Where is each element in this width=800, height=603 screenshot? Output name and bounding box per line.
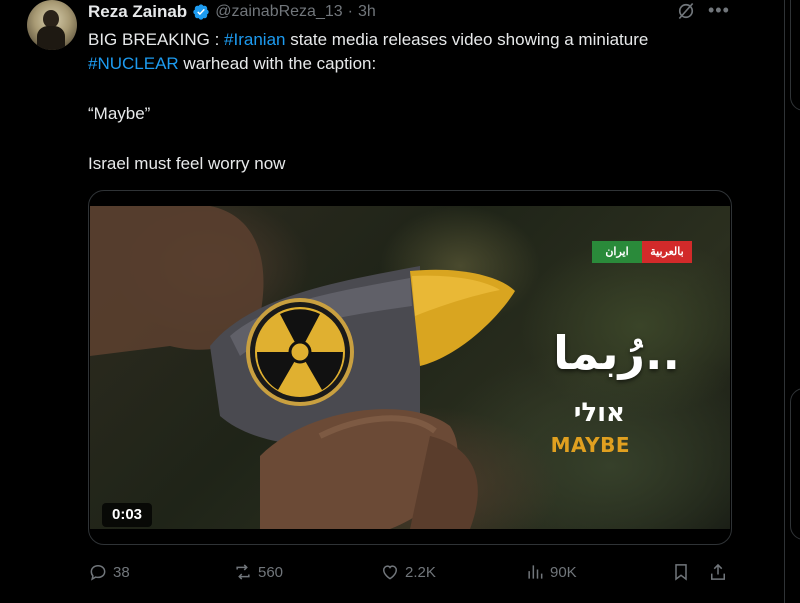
more-icon[interactable]: •••: [708, 1, 730, 21]
tweet-line2-suffix: warhead with the caption:: [178, 54, 377, 73]
author-name[interactable]: Reza Zainab: [88, 2, 187, 22]
side-panel-edge: [790, 0, 800, 111]
timestamp[interactable]: 3h: [358, 3, 376, 21]
action-bar: 38 560 2.2K 90K: [88, 560, 738, 584]
reply-button[interactable]: 38: [88, 560, 130, 584]
verified-icon: [193, 4, 209, 20]
side-panel-edge-lower: [790, 388, 800, 540]
channel-badge-right: بالعربية: [642, 241, 692, 263]
separator-dot: ·: [347, 3, 353, 20]
views-button[interactable]: 90K: [525, 560, 577, 584]
author-handle[interactable]: @zainabReza_13: [215, 3, 342, 21]
tweet-quote: “Maybe”: [88, 104, 151, 123]
like-icon: [382, 565, 398, 580]
caption-english: MAYBE: [550, 433, 630, 457]
grok-icon[interactable]: [676, 1, 696, 21]
like-button[interactable]: 2.2K: [380, 560, 436, 584]
tweet-closing: Israel must feel worry now: [88, 154, 286, 173]
tweet-line1-suffix: state media releases video showing a min…: [285, 30, 649, 49]
views-icon: [528, 565, 543, 579]
bookmark-button[interactable]: [671, 560, 691, 584]
repost-button[interactable]: 560: [233, 560, 283, 584]
caption-hebrew: אולי: [573, 398, 625, 428]
hashtag-nuclear[interactable]: #NUCLEAR: [88, 54, 179, 73]
share-icon: [711, 563, 725, 580]
tweet-text: BIG BREAKING : #Iranian state media rele…: [88, 28, 738, 202]
like-count: 2.2K: [405, 563, 436, 581]
channel-badge: ايران بالعربية: [592, 241, 692, 263]
bookmark-icon: [675, 564, 687, 581]
repost-count: 560: [258, 563, 284, 581]
avatar[interactable]: [27, 0, 77, 50]
video-duration: 0:03: [102, 503, 153, 527]
video-player[interactable]: ايران بالعربية رُبما.. אולי MAYBE: [88, 190, 732, 545]
reply-icon: [90, 564, 106, 581]
channel-badge-left: ايران: [592, 241, 642, 263]
share-button[interactable]: [708, 560, 728, 584]
tweet-article[interactable]: Reza Zainab @zainabReza_13 · 3h ••• BIG …: [0, 0, 785, 603]
repost-icon: [236, 564, 250, 580]
video-frame[interactable]: ايران بالعربية رُبما.. אולי MAYBE: [90, 206, 730, 529]
views-count: 90K: [550, 563, 577, 581]
caption-arabic: رُبما..: [553, 326, 680, 380]
reply-count: 38: [113, 563, 130, 581]
hashtag-iranian[interactable]: #Iranian: [224, 30, 285, 49]
tweet-line1-prefix: BIG BREAKING :: [88, 30, 225, 49]
tweet-header: Reza Zainab @zainabReza_13 · 3h: [88, 0, 376, 24]
